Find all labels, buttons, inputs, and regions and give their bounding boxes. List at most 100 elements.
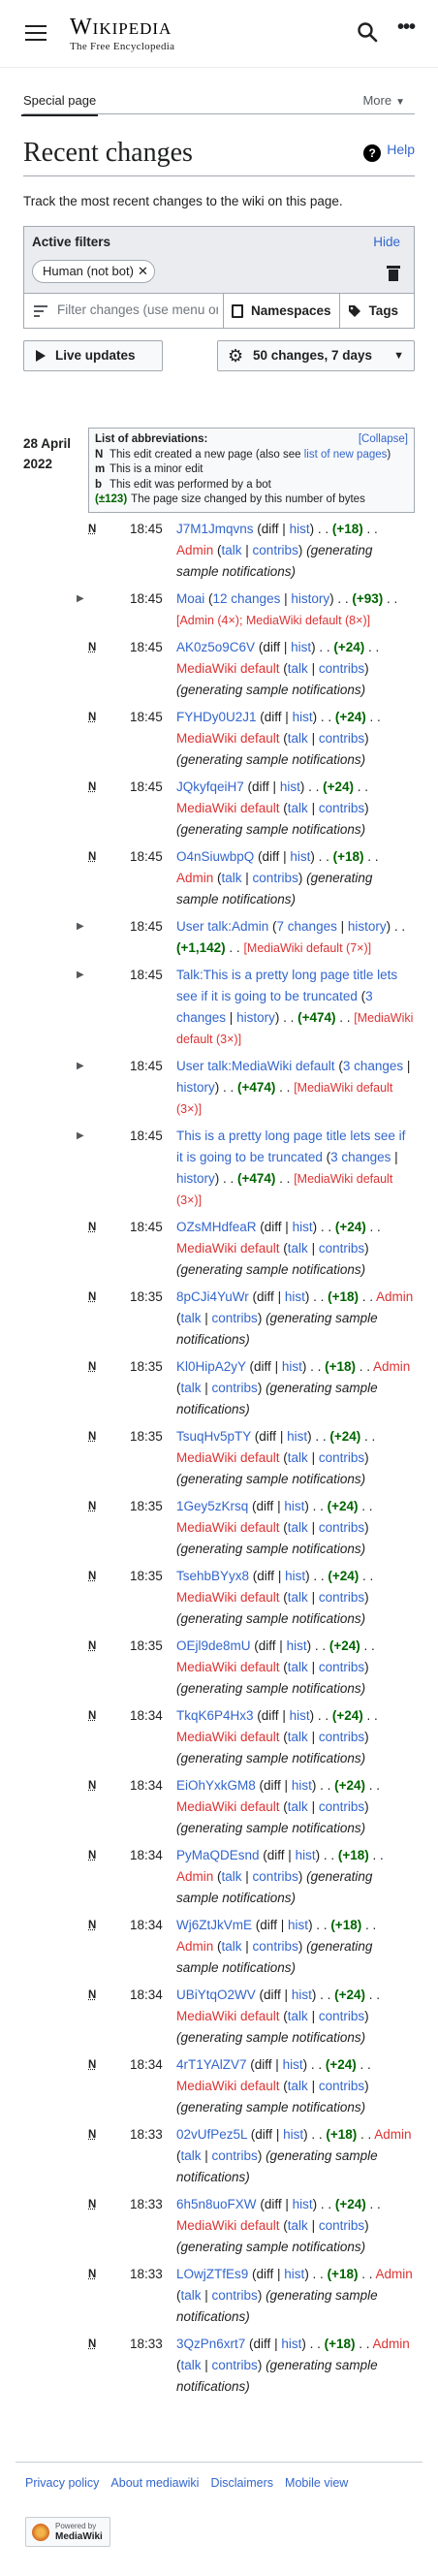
user-link[interactable]: MediaWiki default: [176, 1450, 280, 1465]
hist-link[interactable]: hist: [291, 640, 311, 654]
wikipedia-logo[interactable]: Wikipedia The Free Encyclopedia: [70, 16, 174, 52]
page-title-link[interactable]: Moai: [176, 591, 204, 606]
page-title-link[interactable]: User talk:Admin: [176, 919, 268, 934]
search-icon[interactable]: [357, 21, 378, 43]
talk-link[interactable]: talk: [181, 1381, 202, 1395]
hist-link[interactable]: hist: [290, 522, 310, 536]
contribs-link[interactable]: contribs: [212, 2358, 258, 2372]
page-title-link[interactable]: User talk:MediaWiki default: [176, 1059, 335, 1073]
hist-link[interactable]: hist: [280, 779, 300, 794]
user-link[interactable]: MediaWiki default: [176, 661, 280, 676]
page-title-link[interactable]: 6h5n8uoFXW: [176, 2197, 257, 2211]
page-title-link[interactable]: O4nSiuwbpQ: [176, 849, 254, 864]
footer-link[interactable]: Disclaimers: [210, 2476, 273, 2490]
user-link[interactable]: Admin: [176, 543, 213, 557]
changes-count-link[interactable]: 3 changes: [330, 1150, 391, 1164]
user-link[interactable]: MediaWiki default: [176, 2009, 280, 2023]
hist-link[interactable]: hist: [285, 1289, 305, 1304]
user-link[interactable]: MediaWiki default: [176, 1590, 280, 1605]
hist-link[interactable]: hist: [293, 1220, 313, 1234]
remove-filter-icon[interactable]: ✕: [138, 261, 148, 282]
contribs-link[interactable]: contribs: [212, 2288, 258, 2303]
hist-link[interactable]: hist: [292, 1988, 312, 2002]
page-title-link[interactable]: OZsMHdfeaR: [176, 1220, 257, 1234]
talk-link[interactable]: talk: [181, 1311, 202, 1325]
hist-link[interactable]: hist: [290, 849, 310, 864]
talk-link[interactable]: talk: [288, 1660, 308, 1674]
expand-arrow-icon[interactable]: ▶: [77, 1126, 84, 1147]
talk-link[interactable]: talk: [288, 1450, 308, 1465]
talk-link[interactable]: talk: [222, 871, 242, 885]
page-title-link[interactable]: EiOhYxkGM8: [176, 1778, 256, 1793]
talk-link[interactable]: talk: [222, 1869, 242, 1884]
contribs-link[interactable]: contribs: [319, 1241, 364, 1256]
talk-link[interactable]: talk: [288, 1520, 308, 1535]
contribs-link[interactable]: contribs: [253, 1869, 298, 1884]
user-link[interactable]: Admin: [376, 1289, 413, 1304]
contribs-link[interactable]: contribs: [319, 1799, 364, 1814]
page-title-link[interactable]: 4rT1YAlZV7: [176, 2057, 247, 2072]
history-link[interactable]: history: [348, 919, 387, 934]
more-dots-icon[interactable]: •••: [395, 17, 417, 43]
hist-link[interactable]: hist: [284, 2267, 304, 2281]
user-link[interactable]: Admin: [373, 2337, 410, 2351]
talk-link[interactable]: talk: [288, 1590, 308, 1605]
tab-special-page[interactable]: Special page: [20, 93, 99, 116]
page-title-link[interactable]: 8pCJi4YuWr: [176, 1289, 249, 1304]
user-link[interactable]: Admin: [176, 1939, 213, 1954]
page-title-link[interactable]: TsuqHv5pTY: [176, 1429, 251, 1444]
hist-link[interactable]: hist: [296, 1848, 316, 1862]
page-title-link[interactable]: AK0z5o9C6V: [176, 640, 255, 654]
user-link[interactable]: MediaWiki default: [176, 1730, 280, 1744]
page-title-link[interactable]: J7M1Jmqvns: [176, 522, 254, 536]
hist-link[interactable]: hist: [283, 2127, 303, 2142]
history-link[interactable]: history: [176, 1080, 215, 1095]
contribs-link[interactable]: contribs: [319, 731, 364, 746]
user-link[interactable]: MediaWiki default: [176, 2218, 280, 2233]
user-link[interactable]: Admin: [176, 871, 213, 885]
contribs-link[interactable]: contribs: [319, 1660, 364, 1674]
new-pages-link[interactable]: list of new pages: [304, 449, 388, 461]
page-title-link[interactable]: Talk:This is a pretty long page title le…: [176, 968, 397, 1003]
hist-link[interactable]: hist: [287, 1638, 307, 1653]
talk-link[interactable]: talk: [222, 543, 242, 557]
hist-link[interactable]: hist: [288, 1918, 308, 1932]
contribs-link[interactable]: contribs: [253, 1939, 298, 1954]
talk-link[interactable]: talk: [288, 2009, 308, 2023]
talk-link[interactable]: talk: [288, 801, 308, 815]
footer-link[interactable]: About mediawiki: [110, 2476, 199, 2490]
page-title-link[interactable]: 02vUfPez5L: [176, 2127, 247, 2142]
hist-link[interactable]: hist: [287, 1429, 307, 1444]
contribs-link[interactable]: contribs: [212, 1381, 258, 1395]
hist-link[interactable]: hist: [290, 1708, 310, 1723]
expand-arrow-icon[interactable]: ▶: [77, 916, 84, 938]
page-title-link[interactable]: 3QzPn6xrt7: [176, 2337, 245, 2351]
hist-link[interactable]: hist: [281, 2337, 301, 2351]
contribs-link[interactable]: contribs: [319, 2009, 364, 2023]
page-title-link[interactable]: OEjl9de8mU: [176, 1638, 251, 1653]
talk-link[interactable]: talk: [181, 2358, 202, 2372]
talk-link[interactable]: talk: [288, 731, 308, 746]
contribs-link[interactable]: contribs: [319, 801, 364, 815]
page-title-link[interactable]: UBiYtqO2WV: [176, 1988, 256, 2002]
help-link[interactable]: ? Help: [363, 142, 415, 162]
contribs-link[interactable]: contribs: [319, 661, 364, 676]
hist-link[interactable]: hist: [292, 1778, 312, 1793]
hist-link[interactable]: hist: [283, 2057, 303, 2072]
user-link[interactable]: MediaWiki default: [176, 801, 280, 815]
user-link[interactable]: MediaWiki default: [176, 1241, 280, 1256]
changes-count-link[interactable]: 7 changes: [277, 919, 337, 934]
page-title-link[interactable]: FYHDy0U2J1: [176, 710, 257, 724]
talk-link[interactable]: talk: [288, 661, 308, 676]
contribs-link[interactable]: contribs: [319, 2079, 364, 2093]
more-menu-button[interactable]: More ▼: [362, 93, 405, 108]
changes-count-link[interactable]: 3 changes: [343, 1059, 403, 1073]
history-link[interactable]: history: [236, 1010, 275, 1025]
contribs-link[interactable]: contribs: [319, 1450, 364, 1465]
namespaces-button[interactable]: Namespaces: [224, 294, 340, 328]
collapse-link[interactable]: [Collapse]: [359, 432, 408, 448]
history-link[interactable]: history: [176, 1171, 215, 1186]
page-title-link[interactable]: Wj6ZtJkVmE: [176, 1918, 252, 1932]
hist-link[interactable]: hist: [284, 1499, 304, 1513]
contribs-link[interactable]: contribs: [319, 1730, 364, 1744]
